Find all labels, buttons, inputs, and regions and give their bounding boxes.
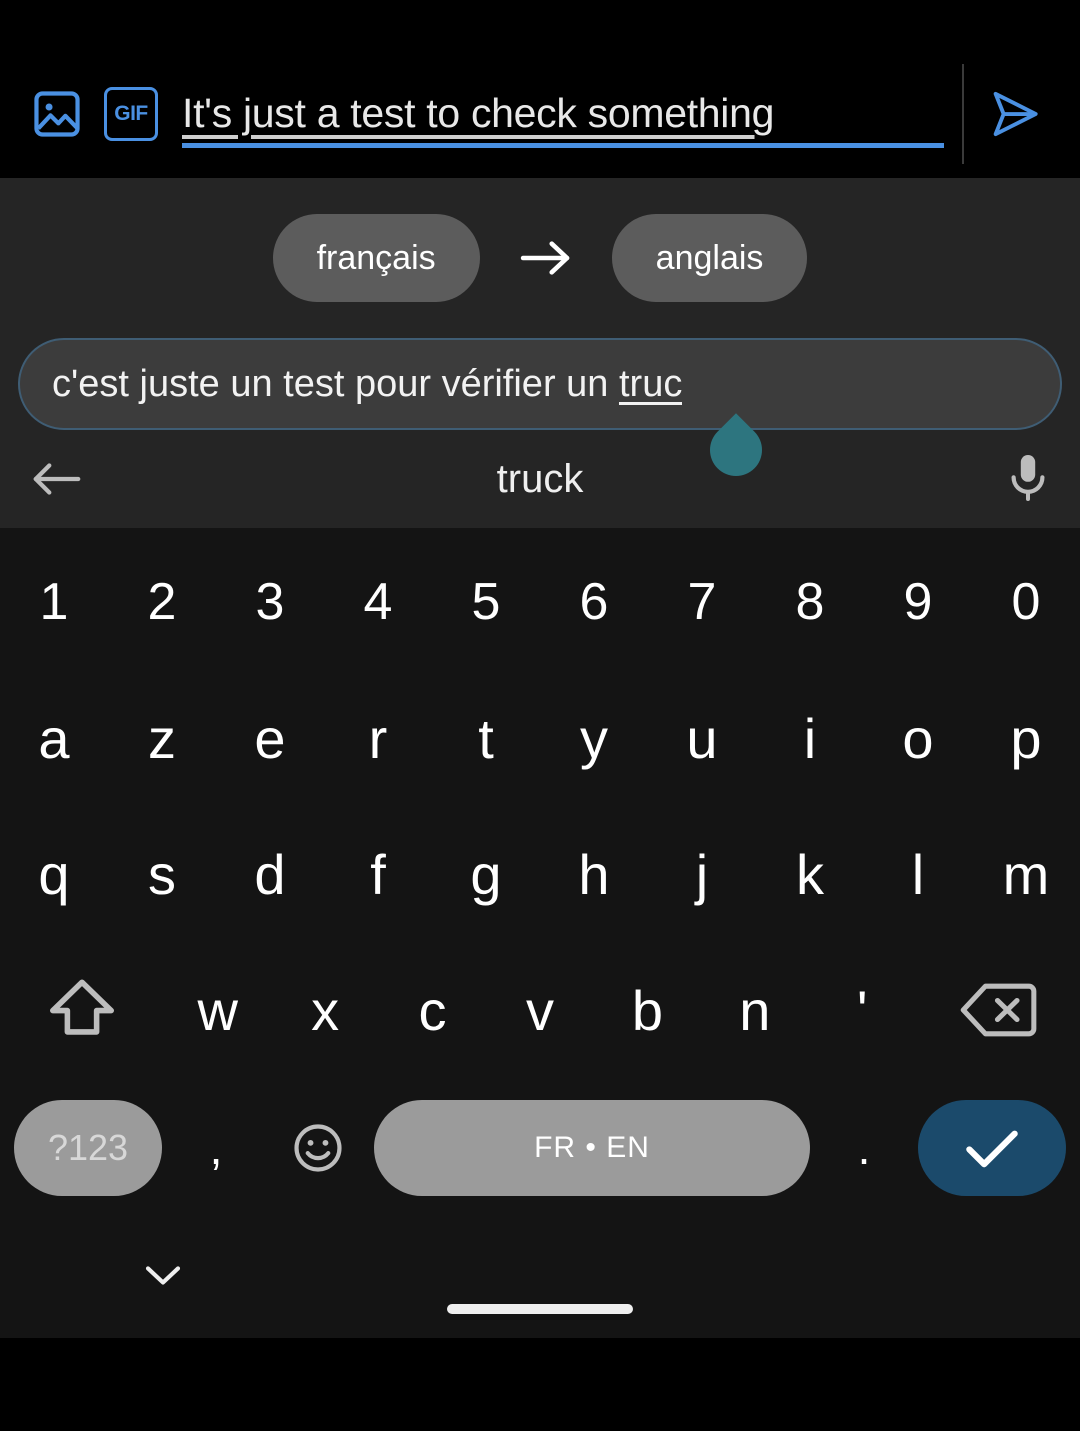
key-z[interactable]: z (108, 673, 216, 803)
translate-input-highlight: truc (618, 362, 683, 405)
translate-input-prefix: c'est juste un test pour vérifier un (52, 362, 619, 405)
target-language-label: anglais (655, 238, 764, 277)
shift-icon (49, 979, 115, 1035)
image-picker-button[interactable] (20, 77, 94, 151)
navigation-bar (0, 1218, 1080, 1338)
key-h[interactable]: h (540, 809, 648, 939)
arrow-right-icon (520, 241, 569, 275)
key-e[interactable]: e (216, 673, 324, 803)
compose-divider (962, 64, 964, 164)
backspace-key[interactable] (916, 979, 1080, 1041)
translate-input[interactable]: c'est juste un test pour vérifier un tru… (18, 338, 1062, 430)
key-w[interactable]: w (164, 945, 271, 1075)
language-direction (480, 237, 612, 279)
translate-panel: français anglais c'est juste un test pou… (0, 178, 1080, 528)
keyboard-row-bottom: w x c v b n ' (0, 942, 1080, 1078)
suggestion-bar: truck (0, 430, 1080, 528)
status-bar (0, 0, 1080, 50)
gif-icon: GIF (104, 87, 158, 141)
keyboard-row-home: q s d f g h j k l m (0, 806, 1080, 942)
language-selector-row: français anglais (0, 178, 1080, 338)
comma-key-label: , (209, 1122, 223, 1174)
key-7[interactable]: 7 (648, 537, 756, 667)
key-a[interactable]: a (0, 673, 108, 803)
key-x[interactable]: x (271, 945, 378, 1075)
key-m[interactable]: m (972, 809, 1080, 939)
image-picker-icon (34, 91, 80, 137)
symbols-key[interactable]: ?123 (14, 1100, 162, 1196)
source-language-pill[interactable]: français (272, 214, 480, 302)
key-y[interactable]: y (540, 673, 648, 803)
key-p[interactable]: p (972, 673, 1080, 803)
key-v[interactable]: v (486, 945, 593, 1075)
target-language-pill[interactable]: anglais (611, 214, 808, 302)
emoji-key[interactable] (270, 1100, 366, 1196)
compose-bar: GIF It's just a test to check something (0, 50, 1080, 178)
suggestion-word[interactable]: truck (0, 457, 1080, 502)
suggestion-back-button[interactable] (30, 459, 102, 499)
key-o[interactable]: o (864, 673, 972, 803)
emoji-icon (294, 1124, 342, 1172)
arrow-left-icon (33, 463, 81, 495)
key-3[interactable]: 3 (216, 537, 324, 667)
key-k[interactable]: k (756, 809, 864, 939)
key-n[interactable]: n (701, 945, 808, 1075)
send-icon (993, 91, 1038, 137)
voice-input-button[interactable] (978, 451, 1050, 507)
space-key-label: FR • EN (534, 1131, 650, 1164)
key-g[interactable]: g (432, 809, 540, 939)
hide-keyboard-button[interactable] (140, 1260, 186, 1295)
backspace-icon (960, 983, 1037, 1037)
comma-key[interactable]: , (170, 1100, 262, 1196)
key-u[interactable]: u (648, 673, 756, 803)
soft-keyboard: 1 2 3 4 5 6 7 8 9 0 a z e r t y u i o p … (0, 528, 1080, 1218)
key-2[interactable]: 2 (108, 537, 216, 667)
gif-label: GIF (114, 102, 148, 125)
key-l[interactable]: l (864, 809, 972, 939)
compose-input-underline (182, 143, 944, 148)
key-r[interactable]: r (324, 673, 432, 803)
symbols-key-label: ?123 (47, 1127, 129, 1168)
keyboard-row-top: a z e r t y u i o p (0, 670, 1080, 806)
keyboard-row-function: ?123 , FR • EN . (0, 1078, 1080, 1218)
key-9[interactable]: 9 (864, 537, 972, 667)
period-key[interactable]: . (818, 1100, 910, 1196)
check-icon (966, 1130, 1018, 1168)
key-4[interactable]: 4 (324, 537, 432, 667)
key-j[interactable]: j (648, 809, 756, 939)
send-button[interactable] (970, 69, 1060, 159)
key-apostrophe[interactable]: ' (809, 945, 916, 1075)
key-i[interactable]: i (756, 673, 864, 803)
key-d[interactable]: d (216, 809, 324, 939)
key-b[interactable]: b (594, 945, 701, 1075)
key-0[interactable]: 0 (972, 537, 1080, 667)
compose-input-text: It's just a test to check something (182, 89, 775, 136)
keyboard-row-numbers: 1 2 3 4 5 6 7 8 9 0 (0, 534, 1080, 670)
key-q[interactable]: q (0, 809, 108, 939)
source-language-label: français (316, 238, 436, 277)
microphone-icon (1011, 455, 1045, 501)
shift-key[interactable] (0, 972, 164, 1048)
compose-input[interactable]: It's just a test to check something (182, 66, 944, 162)
translate-input-wrap: c'est juste un test pour vérifier un tru… (0, 338, 1080, 487)
key-1[interactable]: 1 (0, 537, 108, 667)
space-key[interactable]: FR • EN (374, 1100, 810, 1196)
key-c[interactable]: c (379, 945, 486, 1075)
gif-picker-button[interactable]: GIF (94, 77, 168, 151)
chevron-down-icon (145, 1266, 181, 1285)
home-indicator[interactable] (447, 1304, 633, 1314)
enter-key[interactable] (918, 1100, 1066, 1196)
key-8[interactable]: 8 (756, 537, 864, 667)
key-s[interactable]: s (108, 809, 216, 939)
key-5[interactable]: 5 (432, 537, 540, 667)
key-f[interactable]: f (324, 809, 432, 939)
translate-input-text: c'est juste un test pour vérifier un tru… (52, 363, 682, 406)
period-key-label: . (857, 1122, 871, 1174)
key-6[interactable]: 6 (540, 537, 648, 667)
key-t[interactable]: t (432, 673, 540, 803)
